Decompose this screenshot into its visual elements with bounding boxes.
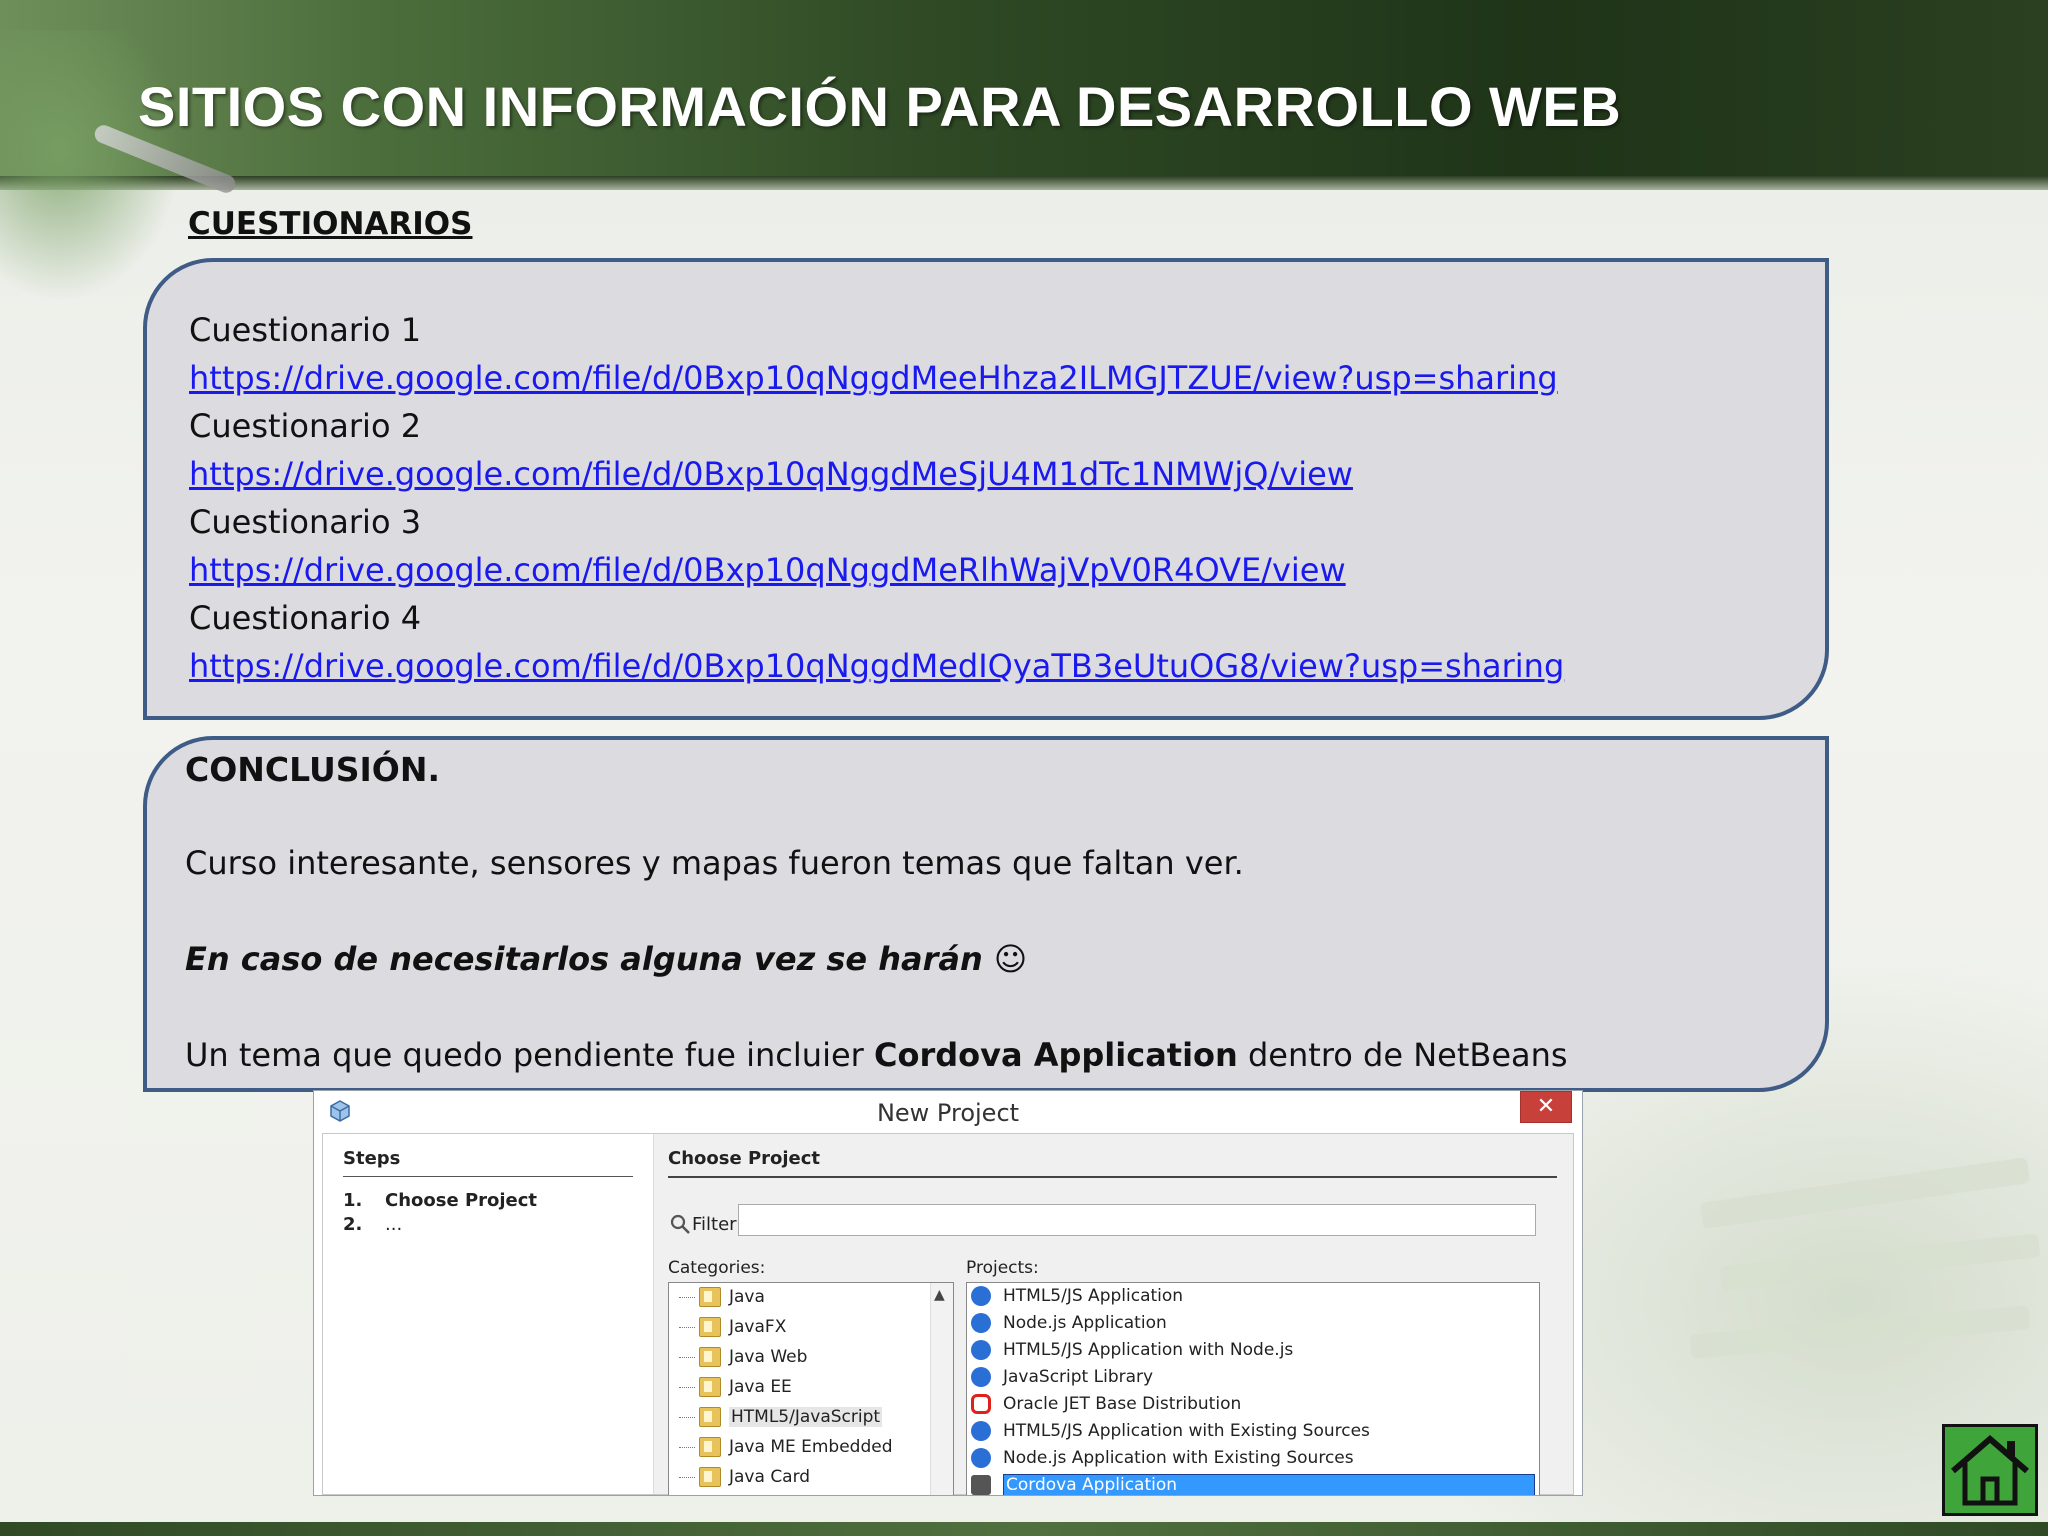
step-item: 1. Choose Project <box>343 1190 537 1211</box>
step-label: ... <box>385 1214 403 1235</box>
category-label: Java Card <box>729 1467 811 1487</box>
folder-icon <box>699 1467 721 1487</box>
step-label: Choose Project <box>385 1190 538 1211</box>
category-item[interactable]: Java Web <box>679 1343 807 1371</box>
category-label: Java <box>729 1287 765 1307</box>
project-label: HTML5/JS Application with Existing Sourc… <box>1003 1421 1370 1441</box>
quiz-link[interactable]: https://drive.google.com/file/d/0Bxp10qN… <box>189 450 1564 498</box>
project-label: HTML5/JS Application <box>1003 1286 1184 1306</box>
project-label: JavaScript Library <box>1003 1367 1154 1387</box>
project-item[interactable]: HTML5/JS Application with Node.js <box>971 1337 1535 1363</box>
projects-label: Projects: <box>966 1258 1039 1278</box>
category-label: JavaFX <box>729 1317 787 1337</box>
category-item[interactable]: JavaFX <box>679 1313 786 1341</box>
conclusion-line: Un tema que quedo pendiente fue incluier… <box>185 1036 1568 1074</box>
cordova-icon <box>971 1475 991 1495</box>
folder-icon <box>699 1287 721 1307</box>
folder-icon <box>699 1377 721 1397</box>
category-item[interactable]: Java Card <box>679 1463 810 1491</box>
project-item[interactable]: Node.js Application <box>971 1310 1535 1336</box>
filter-label: Filter: <box>692 1214 743 1235</box>
conclusion-text: dentro de NetBeans <box>1237 1036 1568 1074</box>
dialog-titlebar: New Project ✕ <box>314 1091 1582 1133</box>
section-heading: CUESTIONARIOS <box>188 206 473 242</box>
project-item[interactable]: JavaScript Library <box>971 1364 1535 1390</box>
project-item[interactable]: HTML5/JS Application <box>971 1283 1535 1309</box>
projects-list: HTML5/JS Application Node.js Application… <box>966 1282 1540 1495</box>
quiz-label: Cuestionario 1 <box>189 311 422 349</box>
html5-nodejs-project-icon <box>971 1340 991 1360</box>
category-item-selected[interactable]: HTML5/JavaScript <box>679 1403 883 1431</box>
step-item: 2.... <box>343 1214 402 1235</box>
project-label: Oracle JET Base Distribution <box>1003 1394 1242 1414</box>
conclusion-text: Un tema que quedo pendiente fue incluier <box>185 1036 874 1074</box>
conclusion-box: CONCLUSIÓN. Curso interesante, sensores … <box>143 736 1829 1092</box>
new-project-dialog-screenshot: New Project ✕ Steps 1. Choose Project 2..… <box>313 1090 1583 1496</box>
close-button[interactable]: ✕ <box>1520 1091 1572 1123</box>
choose-project-panel: Choose Project Filter: Categories: Proje… <box>654 1134 1573 1495</box>
dialog-body: Steps 1. Choose Project 2.... Choose Proj… <box>322 1133 1574 1495</box>
category-label: Java ME Embedded <box>729 1437 893 1457</box>
conclusion-line: Curso interesante, sensores y mapas fuer… <box>185 844 1244 882</box>
quiz-links-box: Cuestionario 1 https://drive.google.com/… <box>143 258 1829 720</box>
category-label: Java EE <box>729 1377 792 1397</box>
quiz-link[interactable]: https://drive.google.com/file/d/0Bxp10qN… <box>189 642 1564 690</box>
category-item[interactable]: Java ME Embedded <box>679 1433 893 1461</box>
project-label: Node.js Application <box>1003 1313 1167 1333</box>
categories-tree: Java JavaFX Java Web Java EE HTML5/JavaS… <box>668 1282 954 1495</box>
home-button[interactable] <box>1942 1424 2038 1516</box>
steps-heading: Steps <box>343 1148 401 1169</box>
html5-project-icon <box>971 1286 991 1306</box>
folder-icon <box>699 1407 721 1427</box>
step-number: 1. <box>343 1190 363 1211</box>
quiz-list: Cuestionario 1 https://drive.google.com/… <box>189 306 1564 690</box>
home-icon <box>1951 1435 2029 1506</box>
category-label: Java Web <box>729 1347 808 1367</box>
conclusion-bold-term: Cordova Application <box>873 1036 1238 1074</box>
slide-title: SITIOS CON INFORMACIÓN PARA DESARROLLO W… <box>138 75 1622 138</box>
choose-project-heading: Choose Project <box>668 1148 821 1169</box>
project-item-selected[interactable]: Cordova Application <box>971 1472 1535 1495</box>
project-label: Cordova Application <box>1003 1474 1535 1495</box>
project-item[interactable]: HTML5/JS Application with Existing Sourc… <box>971 1418 1535 1444</box>
dialog-title: New Project <box>876 1099 1020 1127</box>
project-item[interactable]: Oracle JET Base Distribution <box>971 1391 1535 1417</box>
quiz-label: Cuestionario 4 <box>189 599 422 637</box>
divider <box>343 1176 633 1177</box>
conclusion-heading: CONCLUSIÓN. <box>185 750 441 789</box>
nodejs-existing-sources-icon <box>971 1448 991 1468</box>
nodejs-project-icon <box>971 1313 991 1333</box>
steps-panel: Steps 1. Choose Project 2.... <box>323 1134 654 1494</box>
quiz-link[interactable]: https://drive.google.com/file/d/0Bxp10qN… <box>189 546 1564 594</box>
project-label: Node.js Application with Existing Source… <box>1003 1448 1354 1468</box>
scrollbar[interactable]: ▲ <box>930 1283 953 1495</box>
category-item[interactable]: Java EE <box>679 1373 792 1401</box>
folder-icon <box>699 1317 721 1337</box>
category-item[interactable]: Java <box>679 1283 765 1311</box>
step-number: 2. <box>343 1214 363 1235</box>
quiz-label: Cuestionario 2 <box>189 407 422 445</box>
folder-icon <box>699 1437 721 1457</box>
quiz-label: Cuestionario 3 <box>189 503 422 541</box>
chevron-up-icon[interactable]: ▲ <box>934 1287 945 1303</box>
javascript-library-icon <box>971 1367 991 1387</box>
project-item[interactable]: Node.js Application with Existing Source… <box>971 1445 1535 1471</box>
footer-band <box>0 1522 2048 1536</box>
categories-label: Categories: <box>668 1258 766 1278</box>
folder-icon <box>699 1347 721 1367</box>
project-label: HTML5/JS Application with Node.js <box>1003 1340 1294 1360</box>
oracle-jet-icon <box>971 1394 991 1414</box>
divider <box>668 1176 1557 1178</box>
category-label: HTML5/JavaScript <box>729 1407 883 1427</box>
conclusion-line-italic: En caso de necesitarlos alguna vez se ha… <box>185 940 1028 978</box>
html5-existing-sources-icon <box>971 1421 991 1441</box>
filter-input[interactable] <box>738 1204 1536 1236</box>
quiz-link[interactable]: https://drive.google.com/file/d/0Bxp10qN… <box>189 354 1564 402</box>
search-icon <box>670 1214 690 1234</box>
